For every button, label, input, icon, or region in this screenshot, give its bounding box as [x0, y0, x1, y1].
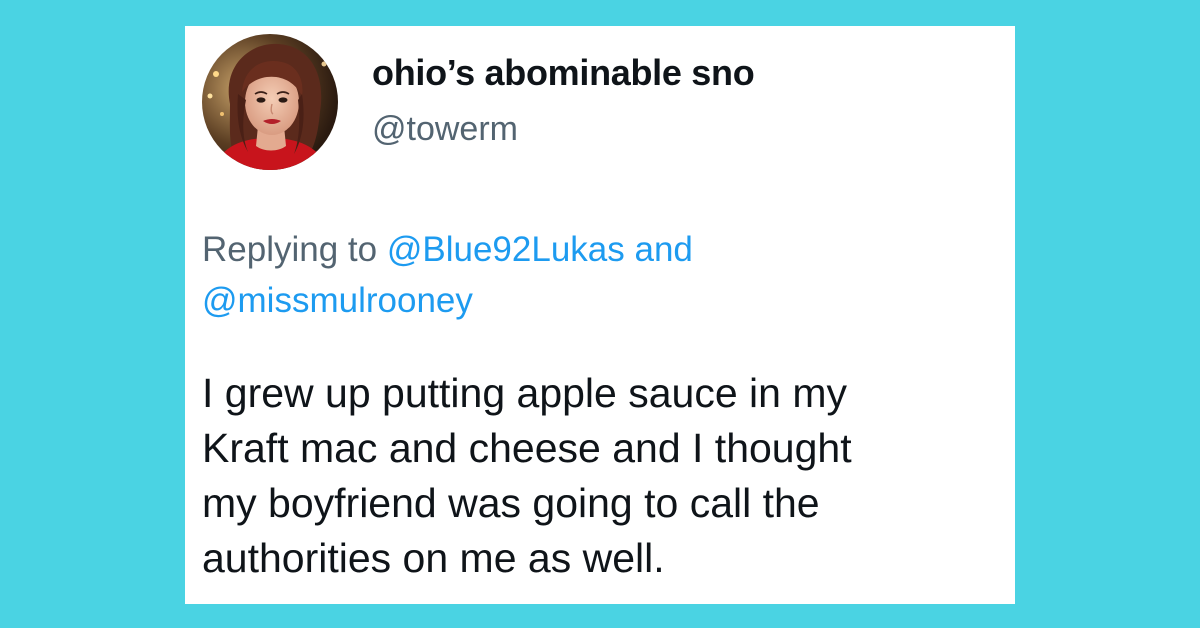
profile-photo-icon — [202, 34, 338, 170]
mention-conjunction[interactable]: and — [635, 230, 693, 269]
user-handle[interactable]: @towerm — [372, 110, 518, 149]
mention-link[interactable]: @missmulrooney — [202, 281, 473, 320]
tweet-text-line: I grew up putting apple sauce in my — [202, 370, 847, 416]
avatar[interactable] — [202, 34, 338, 170]
replying-to-label: Replying to — [202, 230, 378, 269]
tweet-text-line: my boyfriend was going to call the — [202, 480, 820, 526]
tweet-card: ohio’s abominable sno @towerm Replying t… — [185, 26, 1015, 604]
tweet-text-line: authorities on me as well. — [202, 535, 665, 581]
tweet-text-line: Kraft mac and cheese and I thought — [202, 425, 852, 471]
display-name[interactable]: ohio’s abominable sno — [372, 52, 755, 94]
tweet-text: I grew up putting apple sauce in my Kraf… — [202, 366, 1002, 586]
reply-context: Replying to @Blue92Lukas and @missmulroo… — [202, 224, 1002, 326]
mention-link[interactable]: @Blue92Lukas — [387, 230, 625, 269]
